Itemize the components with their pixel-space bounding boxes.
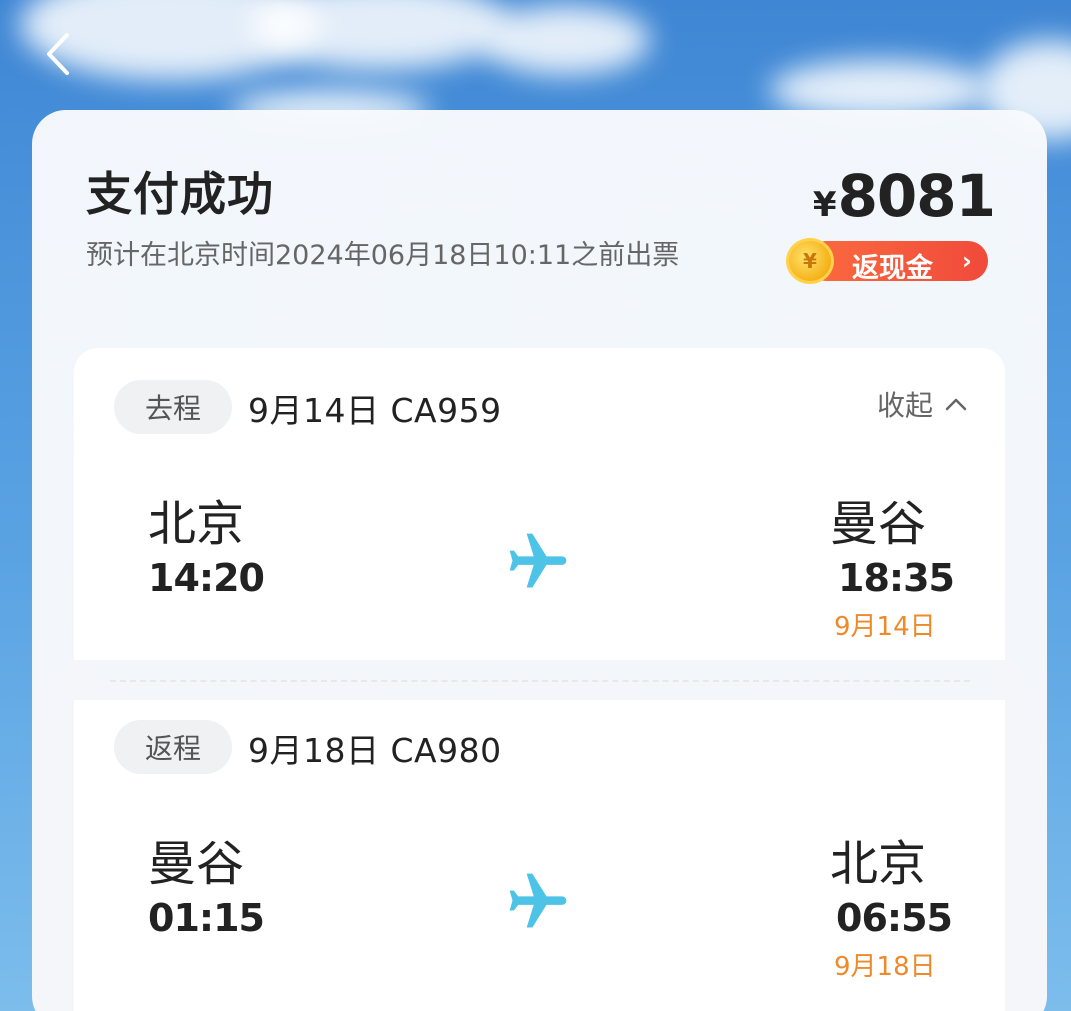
chevron-right-icon: › (962, 247, 972, 275)
airplane-icon (509, 873, 567, 928)
inbound-arrive-city: 北京 (830, 836, 927, 892)
cashback-label: 返现金 (852, 253, 933, 284)
price-amount: 8081 (837, 162, 996, 230)
outbound-flight-info: 9月14日 CA959 (248, 391, 502, 430)
collapse-button[interactable]: 收起 (877, 384, 967, 424)
outbound-arrive-date: 9月14日 (834, 612, 936, 642)
outbound-tag: 去程 (114, 380, 232, 434)
page-title: 支付成功 (86, 167, 274, 221)
inbound-arrive-date: 9月18日 (834, 952, 936, 982)
airplane-icon (509, 533, 567, 588)
inbound-tag: 返程 (114, 720, 232, 774)
price-currency: ¥ (812, 185, 837, 225)
chevron-up-icon (945, 398, 967, 411)
inbound-depart-city: 曼谷 (148, 836, 245, 892)
inbound-flight-info: 9月18日 CA980 (248, 731, 502, 770)
inbound-depart-time: 01:15 (148, 896, 265, 940)
outbound-arrive-city: 曼谷 (830, 496, 927, 552)
outbound-depart-time: 14:20 (148, 556, 265, 600)
total-price: ¥ 8081 (812, 162, 996, 230)
cloud (480, 5, 650, 75)
back-button[interactable] (38, 30, 78, 78)
outbound-depart-city: 北京 (148, 496, 245, 552)
coin-icon: ¥ (786, 238, 834, 284)
inbound-arrive-time: 06:55 (836, 896, 953, 940)
cloud (250, 0, 510, 70)
chevron-left-icon (47, 33, 69, 75)
cashback-button[interactable]: ¥ 返现金 › (786, 238, 988, 284)
collapse-label: 收起 (876, 389, 933, 422)
outbound-arrive-time: 18:35 (838, 556, 955, 600)
ticket-divider (110, 680, 970, 682)
ticket-issue-notice: 预计在北京时间2024年06月18日10:11之前出票 (86, 240, 680, 271)
